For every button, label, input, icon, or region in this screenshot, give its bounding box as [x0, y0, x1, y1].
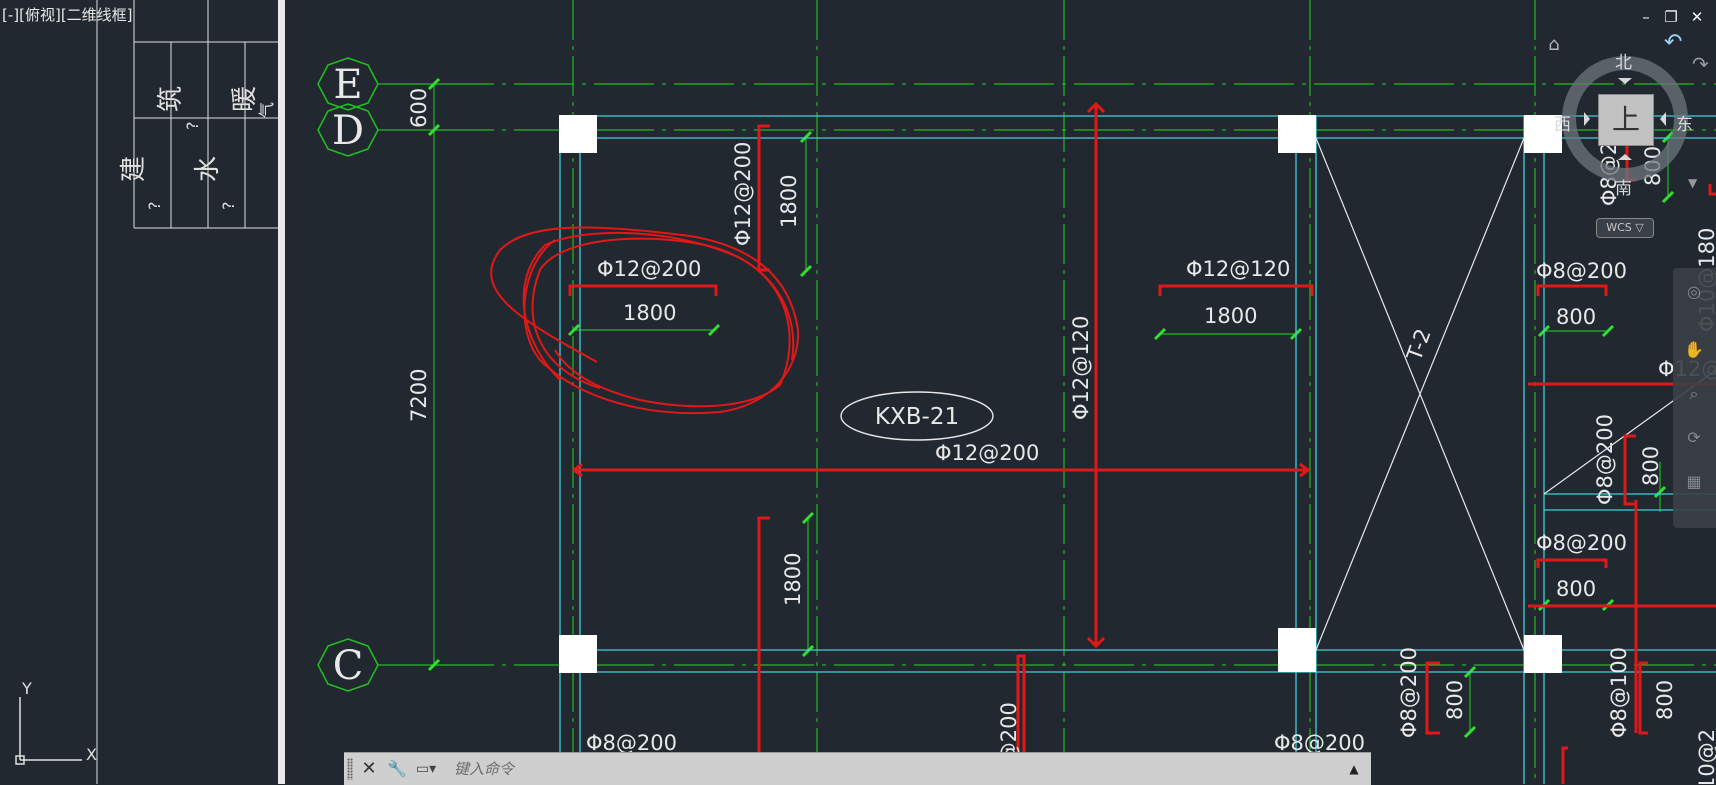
dimension-ticks [427, 77, 1675, 739]
title-cell-zhu: 筑 [156, 86, 186, 112]
dimension-label: 800 [1556, 305, 1596, 329]
compass-east[interactable]: 东 [1676, 110, 1693, 135]
ucs-y-label: Y [21, 679, 32, 698]
rebar-label: Φ8@100 [1607, 647, 1631, 738]
wrench-icon[interactable]: 🔧 [386, 757, 408, 781]
zoom-icon[interactable]: ⌕ [1681, 384, 1707, 408]
rebar-label: Φ12@120 [1186, 257, 1290, 281]
chevron-down-icon[interactable]: ▼ [1688, 176, 1697, 190]
title-block-text: 建 筑 水 暖 [119, 86, 260, 182]
title-mark-1: ? [145, 202, 164, 211]
rebar-label: Φ8@200 [1536, 259, 1627, 283]
viewcube-top-face[interactable]: 上 [1598, 94, 1654, 146]
section-mark: T-2 [1402, 326, 1436, 365]
title-mark-3: ? [219, 202, 238, 211]
ucs-icon [15, 697, 82, 765]
ucs-x-label: X [86, 745, 97, 764]
rebar-label: Φ12@200 [597, 257, 701, 281]
slab-label: KXB-21 [875, 404, 959, 430]
rebar-label: Φ12@120 [1069, 316, 1093, 420]
title-block [96, 0, 278, 784]
dimension-label: 1800 [623, 301, 676, 325]
dimension-label: 800 [1443, 680, 1467, 720]
rotated-annotations: 600 7200 Φ12@200 1800 1800 Φ12@120 T-2 Φ… [407, 88, 1716, 784]
command-line: ✕ 🔧 ▭▾ ▲ [344, 752, 1371, 785]
restore-icon[interactable]: ❐ [1660, 6, 1682, 28]
viewport-label[interactable]: [-][俯视][二维线框] [2, 4, 133, 25]
dimension-label: 1800 [1204, 304, 1257, 328]
wcs-menu[interactable]: WCS ▽ [1596, 218, 1654, 238]
title-cell-jian: 建 [119, 156, 149, 182]
opening-cross [1315, 137, 1716, 651]
grid-bubble-c: C [317, 638, 379, 692]
rotate-left-icon[interactable]: ↶ [1664, 30, 1682, 55]
grid-bubble-d: D [317, 103, 379, 157]
navigation-bar: ◎ ✋ ⌕ ⟳ ▦ [1673, 268, 1716, 528]
dimension-label: 800 [1653, 680, 1677, 720]
pan-icon[interactable]: ✋ [1681, 340, 1707, 364]
title-cell-shui: 水 [193, 156, 223, 182]
title-mark-4: 气 [257, 102, 276, 118]
grid-bubble-d-label: D [332, 108, 364, 154]
grid-bubble-e: E [317, 57, 379, 111]
rebar-label: Φ8@200 [1593, 414, 1617, 505]
title-mark-2: ? [183, 122, 202, 131]
dimension-label: 800 [1556, 577, 1596, 601]
recent-commands-icon[interactable]: ▭▾ [410, 757, 442, 781]
rebar-label: Φ8@200 [1536, 531, 1627, 555]
home-icon[interactable]: ⌂ [1542, 34, 1566, 58]
minimize-icon[interactable]: – [1635, 6, 1657, 28]
command-input[interactable] [450, 757, 1338, 781]
dimension-label: 1800 [781, 553, 805, 606]
panel-splitter[interactable] [278, 0, 285, 784]
dimension-label: 800 [1639, 446, 1663, 486]
rebar-label: Φ8@200 [1397, 647, 1421, 738]
annotation-texts: Φ12@200 1800 Φ12@120 1800 Φ12@200 Φ8@200… [586, 257, 1716, 784]
rebar-label: Φ12@200 [731, 142, 755, 246]
title-cell-nuan: 暖 [230, 86, 260, 112]
grip-handle[interactable] [347, 758, 353, 780]
orbit-icon[interactable]: ⟳ [1681, 428, 1707, 452]
grid-bubble-c-label: C [333, 643, 364, 689]
columns [559, 115, 1562, 673]
expand-icon[interactable]: ▲ [1345, 757, 1363, 781]
close-icon[interactable]: ✕ [1686, 6, 1708, 28]
showmotion-icon[interactable]: ▦ [1681, 472, 1707, 496]
dimension-label: 1800 [777, 175, 801, 228]
compass-north[interactable]: 北 [1615, 48, 1632, 73]
rotate-right-icon[interactable]: ↷ [1692, 52, 1709, 76]
grid-bubble-e-label: E [333, 62, 362, 108]
dimension-label: 600 [407, 88, 431, 128]
compass-west[interactable]: 西 [1554, 110, 1571, 135]
compass-south[interactable]: 南 [1615, 174, 1632, 199]
rebar-label: Φ12@200 [935, 441, 1039, 465]
close-icon[interactable]: ✕ [358, 757, 380, 781]
dimension-label: 7200 [407, 369, 431, 422]
steering-wheel-icon[interactable]: ◎ [1681, 282, 1707, 306]
rebar-label: 10@2 [1695, 729, 1716, 784]
slab-tag: KXB-21 [840, 391, 994, 441]
drawing-canvas[interactable]: 建 筑 水 暖 ? ? ? 气 Y X E D C Φ12@200 1800 Φ… [0, 0, 1716, 784]
